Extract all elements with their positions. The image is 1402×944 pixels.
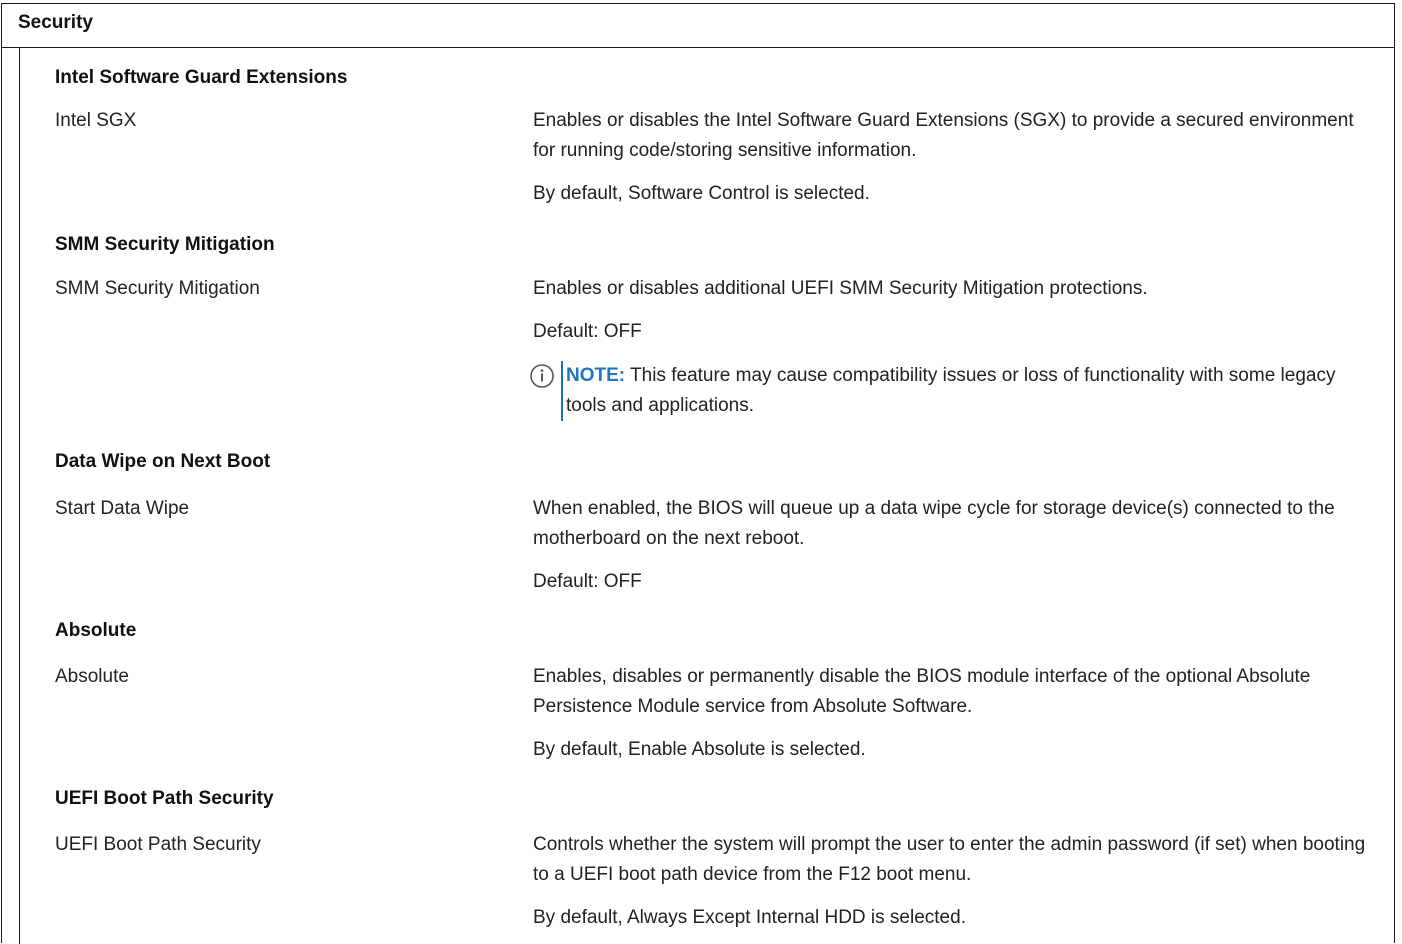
description-text: Enables, disables or permanently disable… — [533, 666, 1311, 717]
table-header: Security — [2, 4, 1394, 48]
setting-label: Absolute — [55, 666, 129, 687]
setting-description: Enables or disables additional UEFI SMM … — [530, 274, 1394, 421]
setting-description: Enables or disables the Intel Software G… — [533, 106, 1394, 209]
section-heading-uefi-boot-path: UEFI Boot Path Security — [55, 788, 274, 809]
description-text: When enabled, the BIOS will queue up a d… — [533, 498, 1335, 549]
note-body: NOTE: This feature may cause compatibili… — [561, 361, 1374, 421]
default-value-text: By default, Software Control is selected… — [533, 183, 870, 204]
setting-row-data-wipe: Start Data Wipe When enabled, the BIOS w… — [55, 494, 1394, 597]
setting-row-absolute: Absolute Enables, disables or permanentl… — [55, 662, 1394, 765]
note-callout: NOTE: This feature may cause compatibili… — [529, 361, 1374, 421]
setting-description: When enabled, the BIOS will queue up a d… — [533, 494, 1394, 597]
section-heading-intel-sgx: Intel Software Guard Extensions — [55, 67, 348, 88]
setting-label: UEFI Boot Path Security — [55, 834, 261, 855]
section-heading-data-wipe: Data Wipe on Next Boot — [55, 451, 271, 472]
setting-description: Controls whether the system will prompt … — [533, 830, 1394, 933]
setting-row-smm: SMM Security Mitigation Enables or disab… — [55, 274, 1394, 421]
info-icon — [530, 364, 554, 388]
note-label: NOTE: — [566, 365, 626, 386]
setting-row-intel-sgx: Intel SGX Enables or disables the Intel … — [55, 106, 1394, 209]
description-text: Enables or disables the Intel Software G… — [533, 110, 1354, 161]
setting-description: Enables, disables or permanently disable… — [533, 662, 1394, 765]
table-body: Intel Software Guard Extensions Intel SG… — [19, 48, 1394, 944]
page-title: Security — [18, 12, 93, 33]
description-text: Enables or disables additional UEFI SMM … — [533, 278, 1148, 299]
default-value-text: By default, Always Except Internal HDD i… — [533, 907, 966, 928]
default-value-text: By default, Enable Absolute is selected. — [533, 739, 866, 760]
section-heading-smm: SMM Security Mitigation — [55, 234, 275, 255]
note-text: This feature may cause compatibility iss… — [566, 365, 1336, 416]
default-value-text: Default: OFF — [533, 571, 642, 592]
setting-label: SMM Security Mitigation — [55, 278, 260, 299]
security-table: Security Intel Software Guard Extensions… — [1, 3, 1395, 944]
default-value-text: Default: OFF — [533, 321, 642, 342]
setting-label: Start Data Wipe — [55, 498, 190, 519]
description-text: Controls whether the system will prompt … — [533, 834, 1366, 885]
section-heading-absolute: Absolute — [55, 620, 137, 641]
setting-row-uefi-boot-path: UEFI Boot Path Security Controls whether… — [55, 830, 1394, 933]
setting-label: Intel SGX — [55, 110, 137, 131]
